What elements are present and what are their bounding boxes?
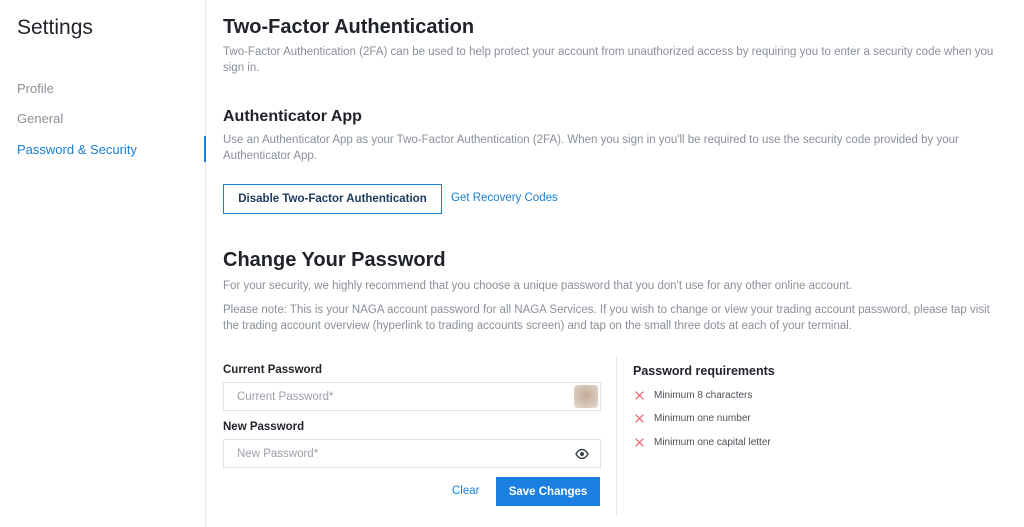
- close-icon: [635, 414, 644, 423]
- requirement-label: Minimum one number: [654, 413, 751, 424]
- current-password-label: Current Password: [223, 364, 323, 376]
- close-icon: [635, 438, 644, 447]
- authenticator-description: Use an Authenticator App as your Two-Fac…: [223, 134, 959, 162]
- sidebar-item-profile[interactable]: Profile: [17, 81, 54, 96]
- change-password-title: Change Your Password: [223, 249, 446, 271]
- two-factor-title: Two-Factor Authentication: [223, 16, 475, 38]
- sidebar-item-general[interactable]: General: [17, 111, 63, 126]
- active-indicator: [204, 136, 206, 162]
- authenticator-title: Authenticator App: [223, 108, 362, 125]
- new-password-field: [223, 439, 601, 468]
- current-password-field: [223, 382, 601, 411]
- requirement-item: Minimum one capital letter: [635, 437, 771, 448]
- requirement-label: Minimum 8 characters: [654, 390, 753, 401]
- clear-button[interactable]: Clear: [452, 485, 479, 497]
- requirement-item: Minimum one number: [635, 413, 751, 424]
- two-factor-description: Two-Factor Authentication (2FA) can be u…: [223, 46, 994, 74]
- requirements-divider: [616, 356, 617, 516]
- close-icon: [635, 391, 644, 400]
- disable-2fa-button[interactable]: Disable Two-Factor Authentication: [223, 184, 442, 214]
- save-changes-button[interactable]: Save Changes: [496, 477, 600, 506]
- password-manager-icon[interactable]: [574, 385, 598, 408]
- change-password-intro: For your security, we highly recommend t…: [223, 280, 853, 292]
- requirement-item: Minimum 8 characters: [635, 390, 752, 401]
- new-password-input[interactable]: [224, 440, 564, 467]
- eye-icon[interactable]: [575, 448, 589, 460]
- recovery-codes-link[interactable]: Get Recovery Codes: [451, 192, 558, 204]
- new-password-label: New Password: [223, 421, 305, 433]
- change-password-note: Please note: This is your NAGA account p…: [223, 304, 990, 332]
- requirement-label: Minimum one capital letter: [654, 437, 771, 448]
- password-requirements-title: Password requirements: [633, 364, 775, 378]
- sidebar-title: Settings: [17, 16, 93, 39]
- current-password-input[interactable]: [224, 383, 564, 410]
- settings-sidebar: Settings Profile General Password & Secu…: [0, 0, 206, 527]
- sidebar-item-password-security[interactable]: Password & Security: [17, 142, 137, 157]
